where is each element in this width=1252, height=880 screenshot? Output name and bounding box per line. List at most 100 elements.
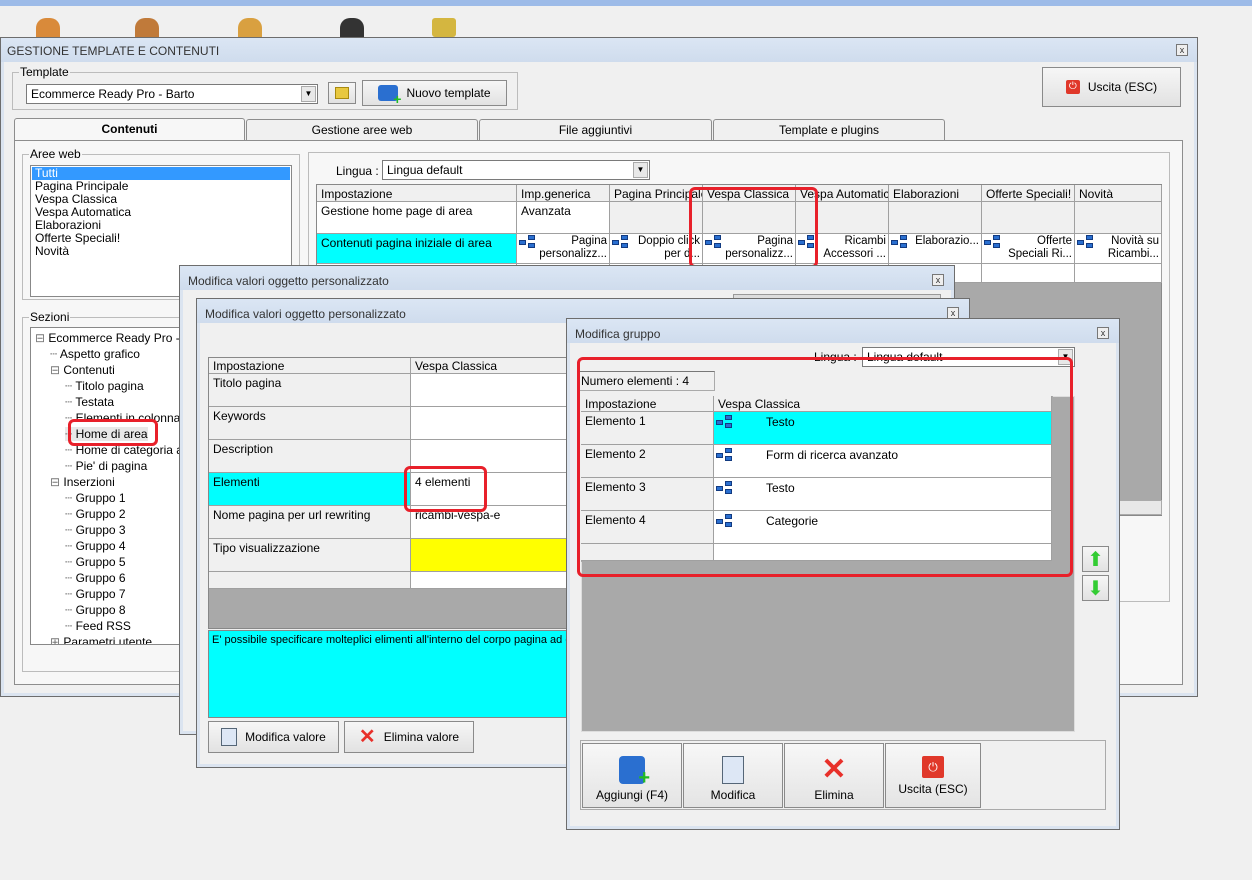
grid-cell[interactable] (1075, 264, 1162, 283)
tree-item-label: Gruppo 7 (75, 587, 126, 601)
annotation-highlight (404, 466, 487, 512)
edit-value-button[interactable]: Modifica valore (208, 721, 339, 753)
tree-item-label: Testata (75, 395, 115, 409)
grid-cell[interactable]: Elaborazio... (889, 234, 982, 264)
grid-cell[interactable]: Pagina personalizz... (517, 234, 610, 264)
tree-item-label: Gruppo 2 (75, 507, 126, 521)
tree-structure-icon (891, 235, 909, 249)
expander-icon[interactable]: ⊟ (50, 475, 63, 489)
tree-line: ┄ (65, 507, 76, 521)
tree-line: ┄ (65, 603, 76, 617)
tree-line: ┄ (65, 523, 76, 537)
delete-value-button[interactable]: ✕ Elimina valore (344, 721, 474, 753)
tree-item[interactable]: ┄ Gruppo 1 (65, 491, 126, 505)
tree-item-label: Gruppo 5 (75, 555, 126, 569)
lingua-label: Lingua : (336, 164, 379, 178)
delete-label: Elimina (814, 788, 854, 802)
info-text: E' possibile specificare molteplici elim… (208, 630, 568, 718)
add-label: Aggiungi (F4) (595, 788, 669, 802)
exit-button[interactable]: ⏻ Uscita (ESC) (1042, 67, 1181, 107)
grid-cell[interactable]: Avanzata (517, 202, 610, 234)
cell-value: Elaborazio... (915, 235, 979, 247)
tree-item[interactable]: ┄ Testata (65, 395, 114, 409)
edit-button[interactable]: Modifica (683, 743, 783, 808)
new-template-button[interactable]: + Nuovo template (362, 80, 507, 106)
exit-button[interactable]: ⏻ Uscita (ESC) (885, 743, 981, 808)
list-item[interactable]: Offerte Speciali! (32, 232, 290, 245)
template-label: Template (19, 65, 70, 79)
tab-gestione-aree-web[interactable]: Gestione aree web (246, 119, 478, 140)
tree-item[interactable]: ┄ Gruppo 5 (65, 555, 126, 569)
tree-item[interactable]: ⊟ Ecommerce Ready Pro - Ba (35, 331, 198, 345)
tree-item[interactable]: ┄ Gruppo 8 (65, 603, 126, 617)
grid-cell[interactable] (889, 202, 982, 234)
tree-item-label: Gruppo 4 (75, 539, 126, 553)
close-icon[interactable]: x (1176, 44, 1188, 56)
tab-file-aggiuntivi[interactable]: File aggiuntivi (479, 119, 712, 140)
list-item[interactable]: Novità (32, 245, 290, 258)
grid-cell[interactable] (1075, 202, 1162, 234)
folder-icon[interactable] (432, 18, 456, 37)
cell-value: Novità su Ricambi... (1107, 235, 1159, 260)
tab-contenuti[interactable]: Contenuti (14, 118, 245, 141)
expander-icon[interactable]: ⊞ (50, 635, 63, 644)
folder-icon (335, 87, 349, 99)
delete-button[interactable]: ✕ Elimina (784, 743, 884, 808)
close-icon[interactable]: x (1097, 327, 1109, 339)
expander-icon[interactable]: ⊟ (35, 331, 48, 345)
agents-icon[interactable] (238, 18, 262, 37)
column-header: Novità (1075, 185, 1162, 202)
users-icon[interactable] (36, 18, 60, 37)
template-select[interactable]: Ecommerce Ready Pro - Barto ▼ (26, 84, 318, 104)
add-box-icon: + (378, 85, 401, 106)
dialog-title: Modifica gruppo (575, 327, 661, 341)
close-icon[interactable]: x (932, 274, 944, 286)
tree-structure-icon (1077, 235, 1095, 249)
move-up-button[interactable]: ⬆ (1082, 546, 1109, 572)
tree-line: ┄ (65, 459, 76, 473)
row-label: Keywords (209, 407, 411, 440)
tree-item-label: Ecommerce Ready Pro - Ba (48, 331, 198, 345)
tree-item[interactable]: ┄ Titolo pagina (65, 379, 144, 393)
move-down-button[interactable]: ⬇ (1082, 575, 1109, 601)
column-header: Elaborazioni (889, 185, 982, 202)
grid-cell[interactable]: Offerte Speciali Ri... (982, 234, 1075, 264)
row-value[interactable] (411, 539, 569, 572)
grid-cell[interactable]: Contenuti pagina iniziale di area (317, 234, 517, 264)
cell-value: Offerte Speciali Ri... (1008, 235, 1072, 260)
tree-item[interactable]: ┄ Gruppo 4 (65, 539, 126, 553)
row-label: Titolo pagina (209, 374, 411, 407)
custom-object-grid[interactable]: Impostazione Vespa Classica Titolo pagina K… (208, 357, 569, 629)
open-folder-button[interactable] (328, 82, 356, 104)
tree-line: ┄ (65, 619, 76, 633)
tree-item[interactable]: ┄ Gruppo 6 (65, 571, 126, 585)
arrow-up-icon: ⬆ (1087, 548, 1104, 571)
customers-icon[interactable] (135, 18, 159, 37)
tree-line: ┄ (65, 587, 76, 601)
tree-item[interactable]: ┄ Gruppo 3 (65, 523, 126, 537)
tree-item[interactable]: ┄ Gruppo 7 (65, 587, 126, 601)
tree-item[interactable]: ┄ Pie' di pagina (65, 459, 147, 473)
add-button[interactable]: + Aggiungi (F4) (582, 743, 682, 808)
operator-icon[interactable] (340, 18, 364, 37)
expander-icon[interactable]: ⊟ (50, 363, 63, 377)
row-value[interactable] (411, 407, 569, 440)
grid-cell[interactable]: Novità su Ricambi... (1075, 234, 1162, 264)
row-value[interactable] (411, 374, 569, 407)
row-label (209, 572, 411, 589)
grid-cell[interactable] (982, 264, 1075, 283)
grid-cell[interactable]: Gestione home page di area (317, 202, 517, 234)
tree-item[interactable]: ⊟ Inserzioni (50, 475, 115, 489)
tree-item[interactable]: ⊞ Parametri utente (50, 635, 152, 644)
tree-line: ┄ (65, 571, 76, 585)
cell-value: Pagina personalizz... (539, 235, 607, 260)
lingua-select[interactable]: Lingua default ▼ (382, 160, 650, 180)
tree-item[interactable]: ┄ Aspetto grafico (50, 347, 140, 361)
tab-template-plugins[interactable]: Template e plugins (713, 119, 945, 140)
window-title: GESTIONE TEMPLATE E CONTENUTI (7, 44, 220, 58)
grid-cell[interactable] (982, 202, 1075, 234)
tree-item[interactable]: ┄ Gruppo 2 (65, 507, 126, 521)
tree-item[interactable]: ┄ Feed RSS (65, 619, 131, 633)
tree-item[interactable]: ⊟ Contenuti (50, 363, 115, 377)
row-value[interactable] (411, 572, 569, 589)
